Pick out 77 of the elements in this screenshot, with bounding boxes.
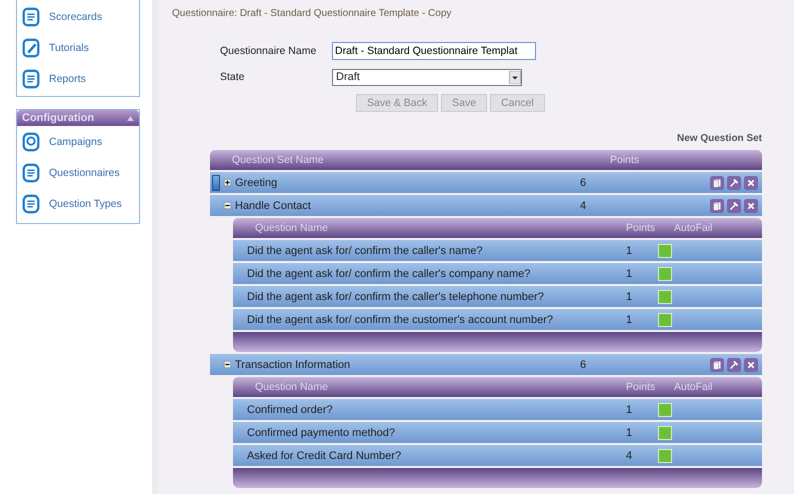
dropdown-arrow-icon[interactable] — [509, 70, 521, 84]
sidebar-link[interactable]: Reports — [49, 72, 86, 84]
list-icon — [21, 162, 41, 182]
question-points: 1 — [626, 314, 634, 326]
document-icon — [21, 194, 41, 214]
question-points: 1 — [626, 244, 634, 256]
copy-icon[interactable] — [710, 176, 724, 190]
collapse-icon[interactable] — [224, 361, 231, 368]
panel-title: Configuration — [22, 112, 94, 124]
column-header: Points — [626, 381, 656, 393]
sidebar-link[interactable]: Question Types — [49, 198, 122, 210]
expand-icon[interactable] — [224, 179, 231, 186]
autofail-checkbox[interactable] — [658, 426, 672, 440]
hammer-icon[interactable] — [727, 358, 741, 372]
question-row[interactable]: Did the agent ask for/ confirm the customer's account number? 1 — [233, 309, 762, 330]
collapse-icon[interactable] — [224, 202, 231, 209]
sidebar-link[interactable]: Questionnaires — [49, 166, 120, 178]
sidebar-link[interactable]: Campaigns — [49, 136, 102, 148]
field-label: State — [220, 71, 246, 83]
autofail-checkbox[interactable] — [658, 244, 672, 258]
set-points: 6 — [580, 176, 588, 188]
autofail-checkbox[interactable] — [658, 266, 672, 280]
question-text: Did the agent ask for/ confirm the caller's name? — [246, 244, 484, 256]
autofail-checkbox[interactable] — [658, 402, 672, 416]
delete-icon[interactable] — [744, 358, 758, 372]
question-text: Asked for Credit Card Number? — [246, 450, 402, 462]
document-icon — [21, 38, 41, 58]
question-points: 1 — [626, 404, 634, 416]
set-name: Handle Contact — [235, 200, 312, 212]
column-header: AutoFail — [674, 381, 714, 393]
document-icon — [21, 6, 41, 26]
question-set-row[interactable]: Handle Contact 4 — [210, 195, 762, 216]
column-header: Points — [626, 222, 656, 234]
state-dropdown[interactable]: Draft — [332, 68, 522, 86]
question-text: Did the agent ask for/ confirm the caller's telephone number? — [246, 290, 545, 302]
column-header: Question Set Name — [231, 154, 325, 166]
column-header: AutoFail — [674, 222, 714, 234]
new-question-set-link[interactable]: New Question Set — [676, 133, 762, 144]
set-name: Transaction Information — [235, 358, 352, 370]
set-points: 4 — [580, 200, 588, 212]
question-points: 1 — [626, 268, 634, 280]
question-text: Did the agent ask for/ confirm the caller's company name? — [246, 268, 532, 280]
question-row[interactable]: Asked for Credit Card Number? 4 — [233, 445, 762, 466]
question-row[interactable]: Did the agent ask for/ confirm the caller's company name? 1 — [233, 263, 762, 284]
autofail-checkbox[interactable] — [658, 312, 672, 326]
hammer-icon[interactable] — [727, 176, 741, 190]
question-text: Did the agent ask for/ confirm the customer's account number? — [246, 314, 554, 326]
set-points: 6 — [580, 358, 588, 370]
copy-icon[interactable] — [710, 358, 724, 372]
question-points: 1 — [626, 290, 634, 302]
sidebar-link[interactable]: Tutorials — [49, 42, 89, 54]
delete-icon[interactable] — [744, 198, 758, 212]
question-row[interactable]: Confirmed order? 1 — [233, 399, 762, 420]
sidebar-link[interactable]: Scorecards — [49, 10, 102, 22]
question-points: 1 — [626, 426, 634, 438]
question-text: Confirmed paymento method? — [246, 426, 396, 438]
name-input[interactable]: Draft - Standard Questionnaire Templat — [332, 42, 536, 60]
question-text: Confirmed order? — [246, 404, 334, 416]
hammer-icon[interactable] — [727, 198, 741, 212]
set-name: Greeting — [235, 176, 278, 188]
question-points: 4 — [626, 450, 634, 462]
question-row[interactable]: Confirmed paymento method? 1 — [233, 422, 762, 443]
question-set-row[interactable]: Greeting 6 — [210, 172, 762, 193]
copy-icon[interactable] — [710, 198, 724, 212]
autofail-checkbox[interactable] — [658, 448, 672, 462]
question-row[interactable]: Did the agent ask for/ confirm the caller's name? 1 — [233, 240, 762, 261]
field-label: Questionnaire Name — [220, 45, 318, 57]
column-header: Points — [610, 154, 640, 166]
question-row[interactable]: Did the agent ask for/ confirm the caller's telephone number? 1 — [233, 286, 762, 307]
question-set-row[interactable]: Transaction Information 6 — [210, 354, 762, 375]
delete-icon[interactable] — [744, 176, 758, 190]
document-icon — [21, 68, 41, 88]
magnifier-icon — [21, 132, 41, 152]
column-header: Question Name — [254, 381, 329, 393]
autofail-checkbox[interactable] — [658, 290, 672, 304]
column-header: Question Name — [254, 222, 329, 234]
page-title: Questionnaire: Draft - Standard Questionnaire Template - Copy — [172, 8, 452, 21]
